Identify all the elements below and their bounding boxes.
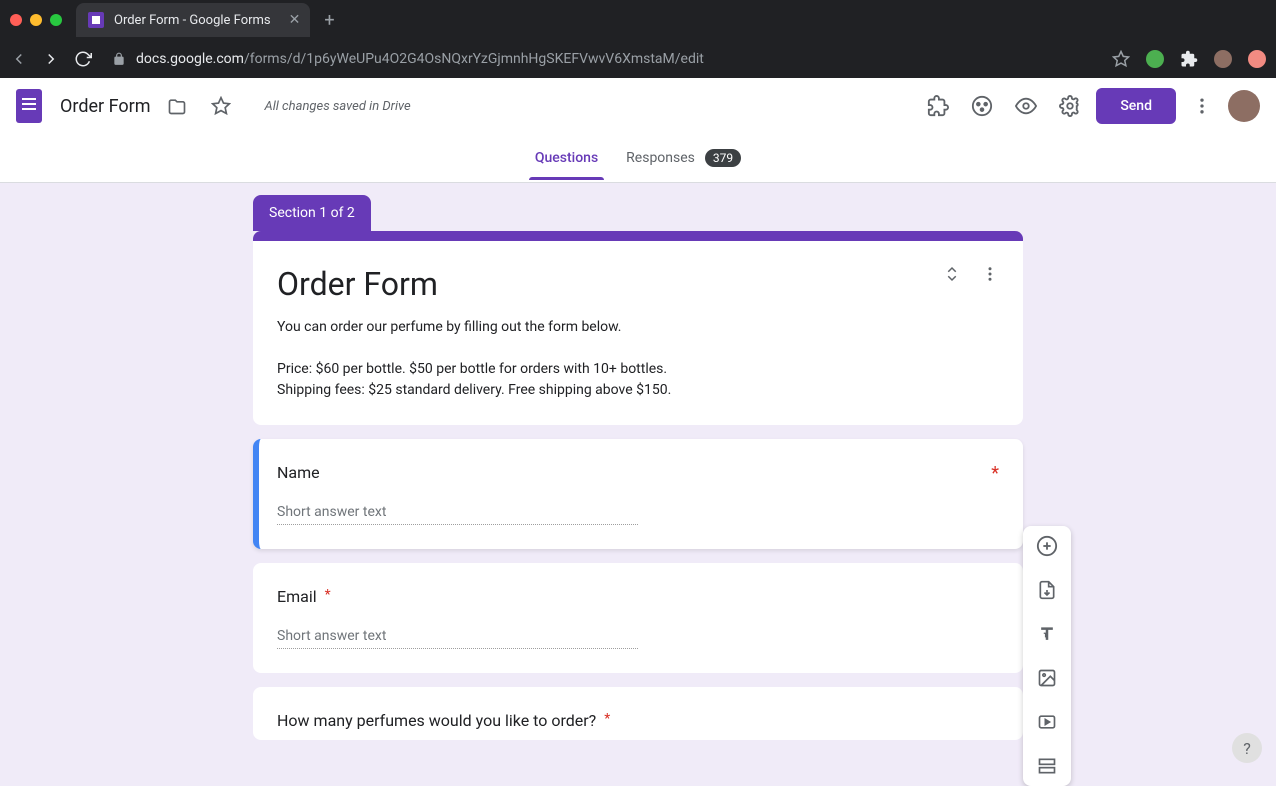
question-title[interactable]: Email [277, 587, 317, 606]
url-path: /forms/d/1p6yWeUPu4O2G4OsNQxrYzGjmnhHgSK… [244, 51, 704, 67]
window-maximize-button[interactable] [50, 14, 62, 26]
profile-avatar-small[interactable] [1214, 50, 1232, 68]
addons-icon[interactable] [920, 88, 956, 124]
question-card-name[interactable]: * Name Short answer text [253, 439, 1023, 549]
url-display[interactable]: docs.google.com/forms/d/1p6yWeUPu4O2G4Os… [112, 51, 704, 67]
add-title-icon[interactable] [1035, 622, 1059, 646]
tab-questions[interactable]: Questions [535, 136, 598, 180]
answer-placeholder: Short answer text [277, 504, 638, 525]
question-card-email[interactable]: Email * Short answer text [253, 563, 1023, 673]
form-description[interactable]: You can order our perfume by filling out… [277, 317, 999, 401]
question-title[interactable]: Name [277, 463, 999, 482]
browser-tab-bar: Order Form - Google Forms ✕ + [0, 0, 1276, 40]
window-controls [10, 14, 62, 26]
save-status: All changes saved in Drive [265, 99, 411, 114]
window-close-button[interactable] [10, 14, 22, 26]
header-right: Send [920, 88, 1260, 124]
question-toolbar [1023, 526, 1071, 786]
section-indicator[interactable]: Section 1 of 2 [253, 195, 371, 231]
tab-responses[interactable]: Responses [626, 136, 695, 180]
url-domain: docs.google.com [136, 51, 244, 67]
bookmark-star-icon[interactable] [1112, 50, 1130, 68]
required-indicator: * [325, 587, 331, 603]
add-question-icon[interactable] [1035, 534, 1059, 558]
document-title[interactable]: Order Form [60, 96, 151, 117]
back-button[interactable] [10, 50, 28, 68]
tab-close-icon[interactable]: ✕ [289, 12, 301, 28]
window-minimize-button[interactable] [30, 14, 42, 26]
account-avatar[interactable] [1228, 90, 1260, 122]
required-indicator: * [604, 711, 610, 727]
form-tabs-bar: Questions Responses 379 [0, 134, 1276, 183]
forms-logo-icon[interactable] [16, 89, 42, 123]
question-title[interactable]: How many perfumes would you like to orde… [277, 711, 596, 730]
section-more-icon[interactable] [981, 265, 999, 283]
help-button[interactable]: ? [1232, 733, 1262, 763]
tab-title: Order Form - Google Forms [114, 13, 271, 28]
new-tab-button[interactable]: + [324, 10, 334, 31]
customize-theme-icon[interactable] [964, 88, 1000, 124]
question-card-quantity[interactable]: How many perfumes would you like to orde… [253, 687, 1023, 740]
reload-button[interactable] [74, 50, 92, 68]
settings-icon[interactable] [1052, 88, 1088, 124]
send-button[interactable]: Send [1096, 88, 1176, 124]
extensions-icon[interactable] [1180, 50, 1198, 68]
lock-icon [112, 52, 126, 66]
form-title[interactable]: Order Form [277, 265, 999, 303]
add-video-icon[interactable] [1035, 710, 1059, 734]
collapse-section-icon[interactable] [943, 265, 961, 283]
browser-tab[interactable]: Order Form - Google Forms ✕ [76, 3, 310, 37]
app-header: Order Form All changes saved in Drive Se… [0, 78, 1276, 134]
extension-icon-2[interactable] [1248, 50, 1266, 68]
response-count-badge: 379 [705, 149, 741, 167]
form-canvas: Section 1 of 2 Order Form You can order … [253, 195, 1023, 740]
forward-button[interactable] [42, 50, 60, 68]
answer-placeholder: Short answer text [277, 628, 638, 649]
preview-icon[interactable] [1008, 88, 1044, 124]
add-section-icon[interactable] [1035, 754, 1059, 778]
more-menu-icon[interactable] [1184, 88, 1220, 124]
required-indicator: * [991, 463, 999, 484]
address-bar-right [1112, 50, 1266, 68]
address-bar: docs.google.com/forms/d/1p6yWeUPu4O2G4Os… [0, 40, 1276, 78]
extension-icon-1[interactable] [1146, 50, 1164, 68]
browser-chrome: Order Form - Google Forms ✕ + docs.googl… [0, 0, 1276, 78]
tab-favicon [88, 12, 104, 28]
move-to-folder-icon[interactable] [159, 88, 195, 124]
star-icon[interactable] [203, 88, 239, 124]
import-questions-icon[interactable] [1035, 578, 1059, 602]
form-header-card[interactable]: Order Form You can order our perfume by … [253, 231, 1023, 425]
add-image-icon[interactable] [1035, 666, 1059, 690]
